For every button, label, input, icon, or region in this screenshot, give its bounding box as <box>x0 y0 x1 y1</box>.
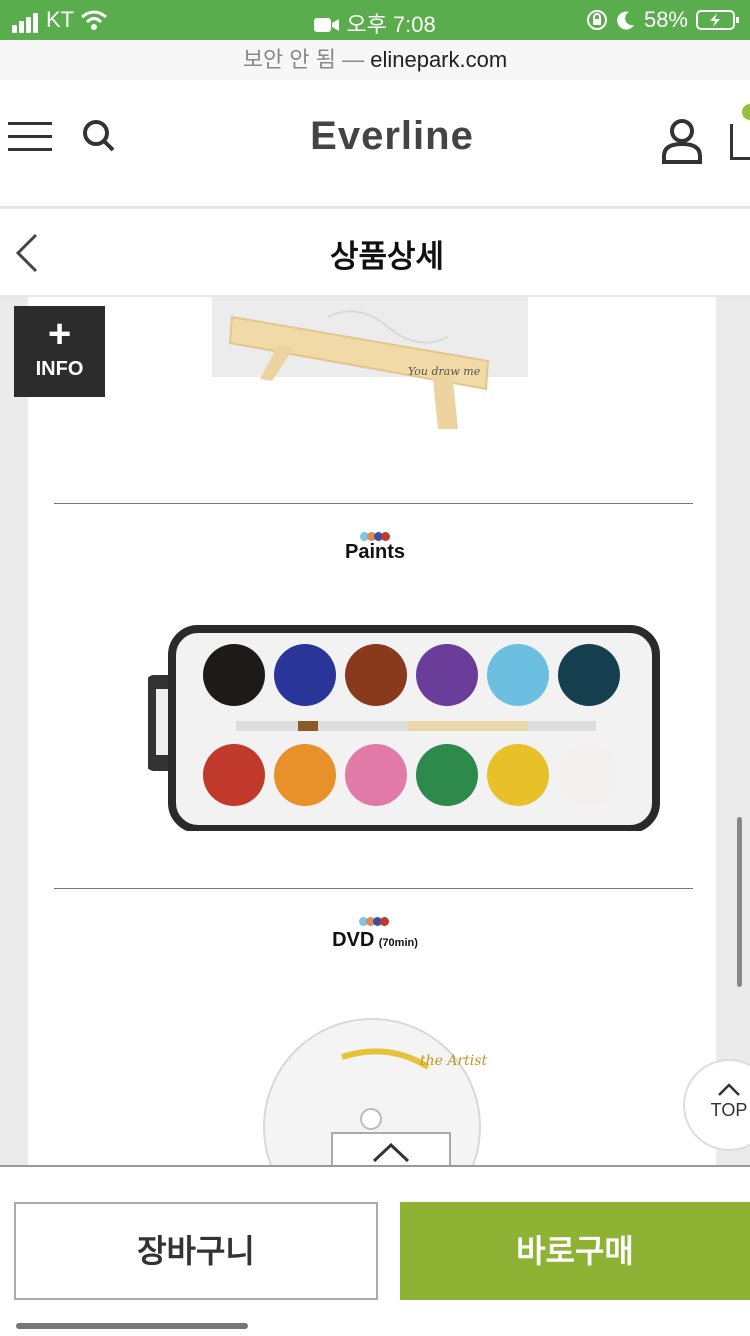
paint-swatch <box>558 744 620 806</box>
svg-text:the Artist: the Artist <box>420 1053 487 1069</box>
camera-icon <box>314 18 340 32</box>
expand-tab[interactable] <box>331 1132 451 1165</box>
address-bar[interactable]: 보안 안 됨 — elinepark.com <box>0 40 750 81</box>
home-indicator <box>16 1323 248 1329</box>
moon-icon <box>617 11 634 30</box>
section-title-dvd: DVD (70min) <box>0 929 750 952</box>
divider <box>54 888 693 889</box>
add-to-cart-button[interactable]: 장바구니 <box>14 1202 378 1300</box>
color-dot <box>380 917 389 926</box>
paint-palette-image <box>148 625 660 831</box>
divider <box>54 503 693 504</box>
chevron-up-icon <box>372 1142 410 1163</box>
paint-swatch <box>487 644 549 706</box>
user-icon[interactable] <box>660 118 704 164</box>
dvd-label: DVD <box>332 929 375 951</box>
battery-percent: 58% <box>643 7 688 32</box>
page-title: 상품상세 <box>329 239 445 274</box>
paint-swatch <box>487 744 549 806</box>
chevron-up-icon <box>718 1083 740 1096</box>
top-label: TOP <box>710 1100 748 1120</box>
rotation-lock-icon <box>586 10 607 30</box>
site-header: Everline <box>0 80 750 209</box>
page-header: 상품상세 <box>0 209 750 297</box>
color-dot <box>381 532 390 541</box>
paint-swatch <box>558 644 620 706</box>
status-bar: KT 오후 7:08 58% <box>0 0 750 40</box>
url-separator: — <box>336 47 371 72</box>
scrollbar[interactable] <box>737 817 742 987</box>
battery-icon <box>696 10 739 30</box>
paint-swatch <box>274 744 336 806</box>
paint-swatch <box>416 744 478 806</box>
paint-swatch <box>345 644 407 706</box>
paint-swatch <box>416 644 478 706</box>
section-title-paints: Paints <box>344 541 406 563</box>
logo[interactable]: Everline <box>0 114 750 159</box>
domain-label: elinepark.com <box>370 47 508 72</box>
easel-image: You draw me <box>212 297 528 429</box>
paint-swatch <box>203 744 265 806</box>
product-detail-content[interactable]: You draw me the Artist + INFO Paints DVD… <box>0 297 750 1165</box>
insecure-label: 보안 안 됨 <box>242 47 336 72</box>
plus-icon: + <box>47 312 72 356</box>
dvd-duration: (70min) <box>378 937 418 949</box>
info-label: INFO <box>35 358 84 380</box>
info-button[interactable]: + INFO <box>14 306 105 397</box>
paint-swatch <box>274 644 336 706</box>
clock: 오후 7:08 <box>346 12 436 37</box>
purchase-bar: 장바구니 바로구매 <box>0 1165 750 1336</box>
svg-text:You draw me: You draw me <box>408 365 481 378</box>
cart-icon[interactable] <box>730 124 750 160</box>
paint-swatch <box>345 744 407 806</box>
paint-swatch <box>203 644 265 706</box>
buy-now-button[interactable]: 바로구매 <box>400 1202 750 1300</box>
detail-image: You draw me the Artist <box>28 297 716 1165</box>
